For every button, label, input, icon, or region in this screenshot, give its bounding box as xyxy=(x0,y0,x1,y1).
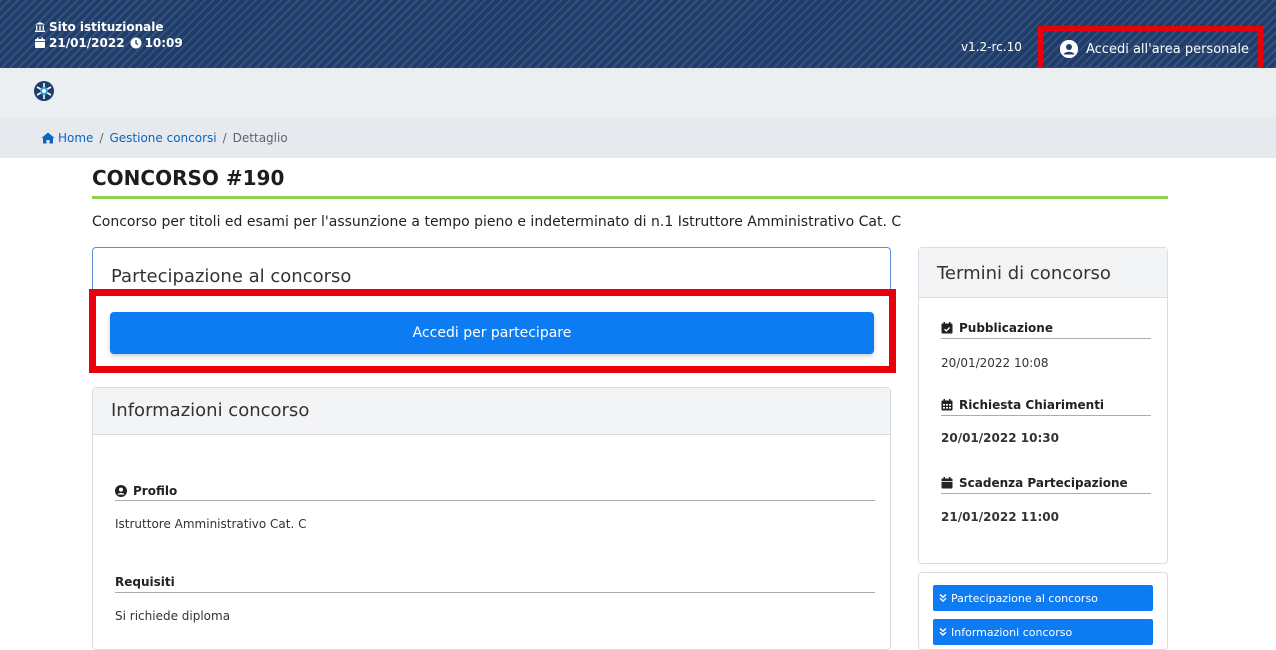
breadcrumb: Home / Gestione concorsi / Dettaglio xyxy=(0,118,1276,158)
nav-info-label: Informazioni concorso xyxy=(951,625,1073,639)
profile-label: Profilo xyxy=(115,484,177,498)
title-underline xyxy=(92,196,1168,199)
divider xyxy=(941,338,1151,339)
logo-strip xyxy=(0,68,1276,118)
breadcrumb-home[interactable]: Home xyxy=(58,131,93,145)
breadcrumb-separator: / xyxy=(222,131,227,145)
publication-label-text: Pubblicazione xyxy=(959,321,1053,335)
breadcrumb-current: Dettaglio xyxy=(232,131,288,145)
info-header: Informazioni concorso xyxy=(93,388,890,435)
calendar-icon xyxy=(941,477,953,489)
divider xyxy=(941,415,1151,416)
clarifications-label: Richiesta Chiarimenti xyxy=(941,398,1104,412)
double-chevron-down-icon xyxy=(939,594,947,602)
current-time: 10:09 xyxy=(144,36,183,50)
breadcrumb-gestione-concorsi[interactable]: Gestione concorsi xyxy=(109,131,216,145)
header-info: Sito istituzionale 21/01/2022 10:09 xyxy=(34,19,183,51)
site-link[interactable]: Sito istituzionale xyxy=(34,19,183,35)
login-label: Accedi all'area personale xyxy=(1086,41,1249,57)
profile-value: Istruttore Amministrativo Cat. C xyxy=(115,517,307,531)
terms-header-title: Termini di concorso xyxy=(937,263,1111,284)
home-icon[interactable] xyxy=(41,132,55,144)
user-icon xyxy=(1060,40,1078,58)
breadcrumb-separator: / xyxy=(99,131,104,145)
datetime: 21/01/2022 10:09 xyxy=(34,35,183,51)
page-subtitle: Concorso per titoli ed esami per l'assun… xyxy=(92,214,902,230)
deadline-label-text: Scadenza Partecipazione xyxy=(959,476,1128,490)
institution-icon xyxy=(35,22,45,32)
login-to-participate-button[interactable]: Accedi per partecipare xyxy=(110,312,874,354)
terms-header: Termini di concorso xyxy=(919,248,1167,298)
deadline-value: 21/01/2022 11:00 xyxy=(941,510,1059,524)
site-label: Sito istituzionale xyxy=(49,20,164,34)
deadline-label: Scadenza Partecipazione xyxy=(941,476,1128,490)
nav-participation-label: Partecipazione al concorso xyxy=(951,591,1098,605)
participation-header: Partecipazione al concorso xyxy=(111,266,352,287)
nav-info-button[interactable]: Informazioni concorso xyxy=(933,619,1153,645)
top-header-bar: Sito istituzionale 21/01/2022 10:09 v1.2… xyxy=(0,0,1276,68)
divider xyxy=(941,493,1151,494)
double-chevron-down-icon xyxy=(939,628,947,636)
user-circle-icon xyxy=(115,485,127,497)
requirements-value: Si richiede diploma xyxy=(115,609,231,623)
info-card: Informazioni concorso Profilo Istruttore… xyxy=(92,387,891,650)
terms-card: Termini di concorso Pubblicazione 20/01/… xyxy=(918,247,1168,564)
version-label: v1.2-rc.10 xyxy=(961,40,1022,54)
clock-icon xyxy=(130,37,142,49)
personal-area-login-button[interactable]: Accedi all'area personale xyxy=(1038,26,1263,68)
logo-icon[interactable] xyxy=(33,80,55,102)
publication-value: 20/01/2022 10:08 xyxy=(941,356,1049,370)
calendar-grid-icon xyxy=(941,399,953,411)
current-date: 21/01/2022 xyxy=(49,36,125,50)
page-title: CONCORSO #190 xyxy=(92,166,285,190)
clarifications-label-text: Richiesta Chiarimenti xyxy=(959,398,1105,412)
clarifications-value: 20/01/2022 10:30 xyxy=(941,431,1059,445)
divider xyxy=(115,500,875,501)
profile-label-text: Profilo xyxy=(133,484,178,498)
divider xyxy=(115,592,875,593)
calendar-check-icon xyxy=(941,322,953,334)
info-header-title: Informazioni concorso xyxy=(111,400,310,421)
calendar-icon xyxy=(35,37,45,48)
requirements-label-text: Requisiti xyxy=(115,575,175,589)
requirements-label: Requisiti xyxy=(115,575,175,589)
publication-label: Pubblicazione xyxy=(941,321,1053,335)
nav-participation-button[interactable]: Partecipazione al concorso xyxy=(933,585,1153,611)
